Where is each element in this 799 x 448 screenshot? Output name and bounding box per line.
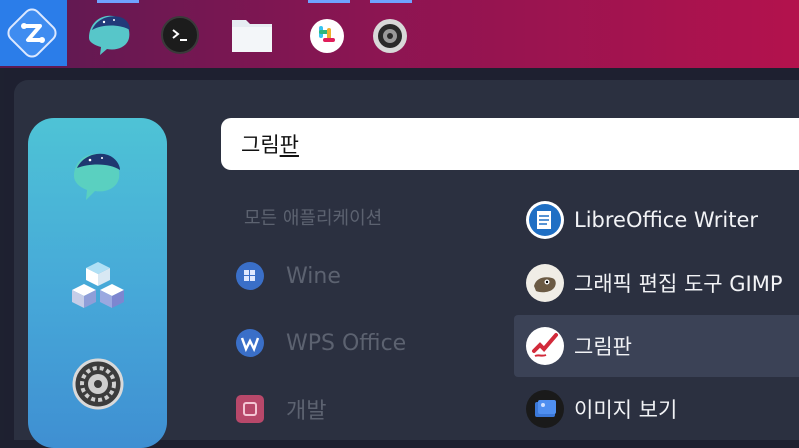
speaker-icon (373, 19, 407, 53)
cubes-icon (72, 262, 124, 308)
app-label: LibreOffice Writer (574, 208, 759, 232)
sidebar-item-whale[interactable] (70, 148, 126, 204)
gear-icon (72, 358, 124, 410)
app-image-viewer[interactable]: 이미지 보기 (514, 378, 799, 440)
app-paint[interactable]: 그림판 (514, 315, 799, 377)
search-input[interactable]: 그림판 (221, 118, 799, 170)
audio-taskbar-button[interactable] (360, 0, 420, 66)
slack-icon (310, 19, 344, 53)
gimp-icon (526, 264, 564, 302)
category-label: Wine (286, 263, 341, 289)
app-libreoffice-writer[interactable]: LibreOffice Writer (514, 189, 799, 251)
category-wps-office[interactable]: WPS Office (236, 323, 406, 363)
folder-icon (232, 20, 272, 52)
whale-icon (89, 15, 130, 56)
wps-icon (236, 329, 264, 357)
paint-icon (526, 327, 564, 365)
app-gimp[interactable]: 그래픽 편집 도구 GIMP (514, 252, 799, 314)
search-query: 그림판 (241, 133, 299, 157)
launcher-icon (7, 8, 57, 58)
files-taskbar-button[interactable] (222, 0, 282, 66)
category-label: WPS Office (286, 330, 407, 356)
image-viewer-icon (526, 390, 564, 428)
category-wine[interactable]: Wine (236, 256, 341, 296)
category-development[interactable]: 개발 (236, 389, 326, 429)
app-label: 그림판 (574, 335, 632, 359)
terminal-taskbar-button[interactable] (150, 0, 210, 66)
app-label: 이미지 보기 (574, 398, 678, 422)
terminal-icon (161, 16, 199, 54)
whale-taskbar-button[interactable] (80, 0, 140, 66)
favorites-sidebar (28, 118, 167, 448)
dev-icon (236, 395, 264, 423)
whale-icon (74, 153, 120, 200)
start-menu-button[interactable] (0, 0, 67, 66)
sidebar-item-settings[interactable] (70, 356, 126, 412)
writer-icon (526, 201, 564, 239)
wine-icon (236, 262, 264, 290)
slack-taskbar-button[interactable] (297, 0, 357, 66)
category-label: 개발 (286, 399, 327, 424)
app-label: 그래픽 편집 도구 GIMP (574, 272, 783, 296)
taskbar (0, 0, 799, 68)
sidebar-item-packages[interactable] (70, 258, 126, 314)
all-applications-header[interactable]: 모든 애플리케이션 (244, 204, 382, 230)
